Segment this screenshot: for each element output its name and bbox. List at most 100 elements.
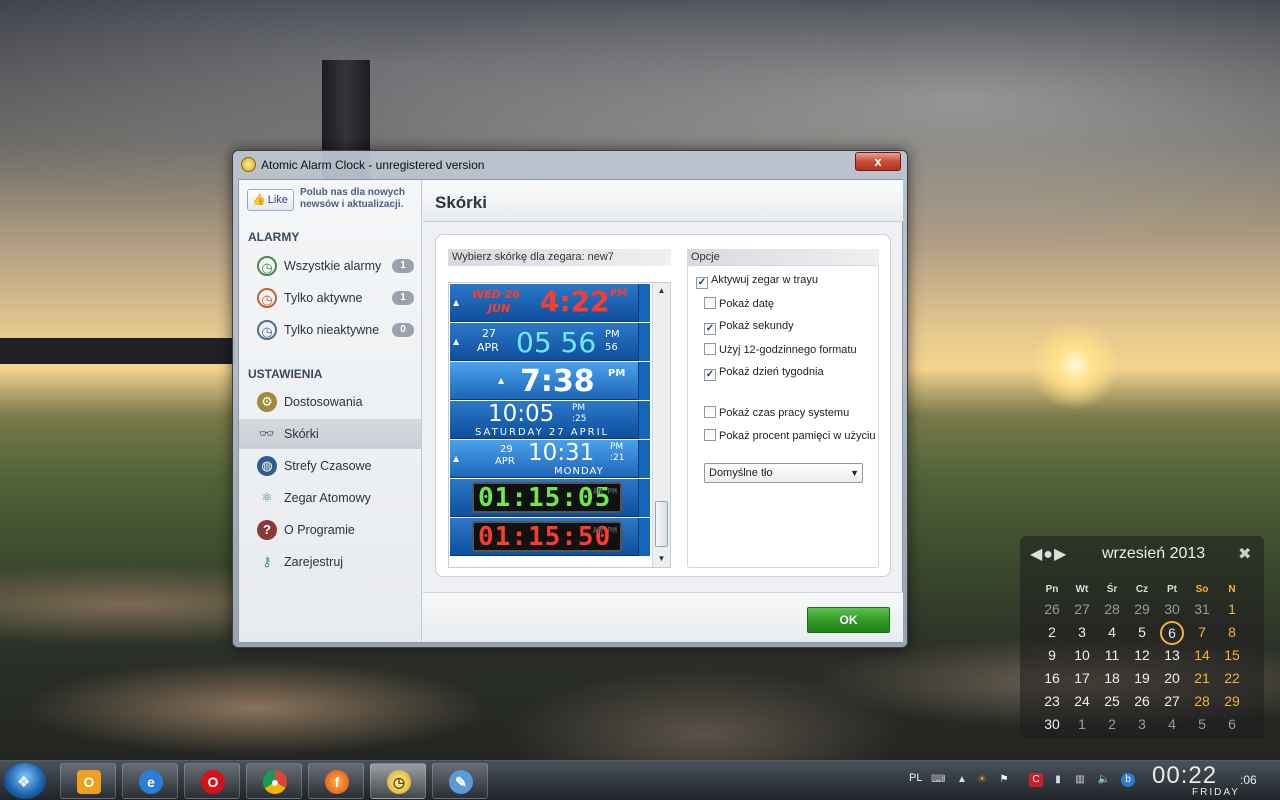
calendar-day[interactable]: 26 <box>1127 690 1157 713</box>
sidebar-item-customize[interactable]: ⚙ Dostosowania <box>239 387 421 417</box>
calendar-day[interactable]: 9 <box>1037 644 1067 667</box>
calendar-day[interactable]: 26 <box>1037 598 1067 621</box>
calendar-day[interactable]: 29 <box>1217 690 1247 713</box>
calendar-day[interactable]: 6 <box>1217 713 1247 736</box>
skin-item[interactable]: ▲ 7:38 PM <box>450 362 650 400</box>
calendar-day[interactable]: 28 <box>1097 598 1127 621</box>
show-hidden-icons-icon[interactable]: ▲ <box>955 773 969 787</box>
option-12h-format[interactable]: Użyj 12-godzinnego formatu <box>704 343 857 356</box>
calendar-day[interactable]: 4 <box>1157 713 1187 736</box>
sidebar-item-register[interactable]: ⚷ Zarejestruj <box>239 547 421 577</box>
taskbar-firefox[interactable]: f <box>308 763 364 799</box>
sidebar-item-atomic-clock[interactable]: ⚛ Zegar Atomowy <box>239 483 421 513</box>
skin-item[interactable]: ▲ WED 26 JUN 4:22 PM <box>450 284 650 322</box>
start-button[interactable]: ❖ <box>4 763 46 799</box>
calendar-day[interactable]: 11 <box>1097 644 1127 667</box>
calendar-day[interactable]: 14 <box>1187 644 1217 667</box>
taskbar-chrome[interactable]: ● <box>246 763 302 799</box>
calendar-day[interactable]: 27 <box>1067 598 1097 621</box>
sidebar-item-time-zones[interactable]: ◍ Strefy Czasowe <box>239 451 421 481</box>
sidebar-item-active-alarms[interactable]: ◷ Tylko aktywne 1 <box>239 283 421 313</box>
flag-icon[interactable]: ⚑ <box>997 773 1011 787</box>
skin-item[interactable]: 01:15:50 AM PM <box>450 518 650 556</box>
calendar-day[interactable]: 29 <box>1127 598 1157 621</box>
language-indicator[interactable]: PL <box>909 772 922 784</box>
calendar-day[interactable]: 5 <box>1127 621 1157 644</box>
sidebar-item-about[interactable]: ? O Programie <box>239 515 421 545</box>
calendar-day[interactable]: 10 <box>1067 644 1097 667</box>
calendar-day[interactable]: 7 <box>1187 621 1217 644</box>
calendar-day[interactable]: 18 <box>1097 667 1127 690</box>
like-button[interactable]: 👍 Like <box>247 189 294 211</box>
skin-item[interactable]: 10:05 PM :25 SATURDAY 27 APRIL <box>450 401 650 439</box>
skin-list-scrollbar[interactable]: ▲ ▼ <box>652 283 670 567</box>
usb-device-icon[interactable]: ▮ <box>1051 773 1065 787</box>
calendar-day[interactable]: 12 <box>1127 644 1157 667</box>
calendar-day[interactable]: 1 <box>1217 598 1247 621</box>
taskbar-paint[interactable]: ✎ <box>432 763 488 799</box>
calendar-day[interactable]: 27 <box>1157 690 1187 713</box>
sidebar-item-skins[interactable]: 👓 Skórki <box>239 419 421 449</box>
taskbar-atomic-alarm-clock[interactable]: ◷ <box>370 763 426 799</box>
background-select[interactable]: Domyślne tło ▼ <box>704 463 863 483</box>
weather-icon[interactable]: ☀ <box>975 773 989 787</box>
calendar-day[interactable]: 24 <box>1067 690 1097 713</box>
volume-icon[interactable]: 🔈 <box>1097 773 1111 787</box>
calendar-day[interactable]: 13 <box>1157 644 1187 667</box>
taskbar-opera[interactable]: O <box>184 763 240 799</box>
calendar-day[interactable]: 2 <box>1037 621 1067 644</box>
calendar-day[interactable]: 6 <box>1160 621 1184 645</box>
close-button[interactable]: x <box>855 152 901 171</box>
scroll-thumb[interactable] <box>655 501 668 547</box>
network-icon[interactable]: ▥ <box>1073 773 1087 787</box>
checkbox[interactable] <box>704 406 716 418</box>
checkbox[interactable] <box>704 297 716 309</box>
checkbox-checked[interactable]: ✓ <box>696 277 708 289</box>
calendar-day[interactable]: 3 <box>1127 713 1157 736</box>
taskbar-ie[interactable]: e <box>122 763 178 799</box>
ok-button[interactable]: OK <box>807 607 890 633</box>
option-show-memory[interactable]: Pokaż procent pamięci w użyciu <box>704 429 876 442</box>
calendar-day[interactable]: 1 <box>1067 713 1097 736</box>
calendar-day[interactable]: 22 <box>1217 667 1247 690</box>
option-show-seconds[interactable]: ✓ Pokaż sekundy <box>704 320 794 335</box>
skin-item[interactable]: 01:15:05 AM PM <box>450 479 650 517</box>
skin-list[interactable]: ▲ WED 26 JUN 4:22 PM ▲ 27 APR 05 56 PM 5… <box>448 282 671 568</box>
calendar-day[interactable]: 28 <box>1187 690 1217 713</box>
taskbar-outlook[interactable]: O <box>60 763 116 799</box>
calendar-day[interactable]: 25 <box>1097 690 1127 713</box>
title-bar[interactable]: Atomic Alarm Clock - unregistered versio… <box>233 151 907 178</box>
option-tray-clock[interactable]: ✓ Aktywuj zegar w trayu <box>696 274 818 289</box>
calendar-day[interactable]: 30 <box>1037 713 1067 736</box>
calendar-nav-arrows-icon[interactable]: ◀●▶ <box>1030 544 1067 564</box>
scroll-up-arrow-icon[interactable]: ▲ <box>653 283 670 299</box>
calendar-day[interactable]: 31 <box>1187 598 1217 621</box>
calendar-day[interactable]: 20 <box>1157 667 1187 690</box>
option-show-weekday[interactable]: ✓ Pokaż dzień tygodnia <box>704 366 824 381</box>
calendar-day[interactable]: 23 <box>1037 690 1067 713</box>
calendar-day[interactable]: 21 <box>1187 667 1217 690</box>
bing-icon[interactable]: b <box>1121 773 1135 787</box>
calendar-day[interactable]: 4 <box>1097 621 1127 644</box>
calendar-day[interactable]: 5 <box>1187 713 1217 736</box>
calendar-day[interactable]: 17 <box>1067 667 1097 690</box>
option-show-date[interactable]: Pokaż datę <box>704 297 774 310</box>
calendar-day[interactable]: 8 <box>1217 621 1247 644</box>
option-show-uptime[interactable]: Pokaż czas pracy systemu <box>704 406 849 419</box>
calendar-day[interactable]: 19 <box>1127 667 1157 690</box>
keyboard-icon[interactable]: ⌨ <box>931 773 945 787</box>
checkbox[interactable] <box>704 429 716 441</box>
sidebar-item-inactive-alarms[interactable]: ◷ Tylko nieaktywne 0 <box>239 315 421 345</box>
close-icon[interactable]: ✖ <box>1238 544 1251 564</box>
antivirus-icon[interactable]: C <box>1029 773 1043 787</box>
skin-item[interactable]: ▲ 27 APR 05 56 PM 56 <box>450 323 650 361</box>
calendar-day[interactable]: 30 <box>1157 598 1187 621</box>
skin-item[interactable]: ▲ 29 APR 10:31 PM :21 MONDAY <box>450 440 650 478</box>
calendar-day[interactable]: 3 <box>1067 621 1097 644</box>
calendar-day[interactable]: 16 <box>1037 667 1067 690</box>
sidebar-item-all-alarms[interactable]: ◷ Wszystkie alarmy 1 <box>239 251 421 281</box>
calendar-day[interactable]: 15 <box>1217 644 1247 667</box>
scroll-down-arrow-icon[interactable]: ▼ <box>653 551 670 567</box>
taskbar-clock[interactable]: 00:22 :06 FRIDAY <box>1152 762 1257 798</box>
checkbox-checked[interactable]: ✓ <box>704 369 716 381</box>
